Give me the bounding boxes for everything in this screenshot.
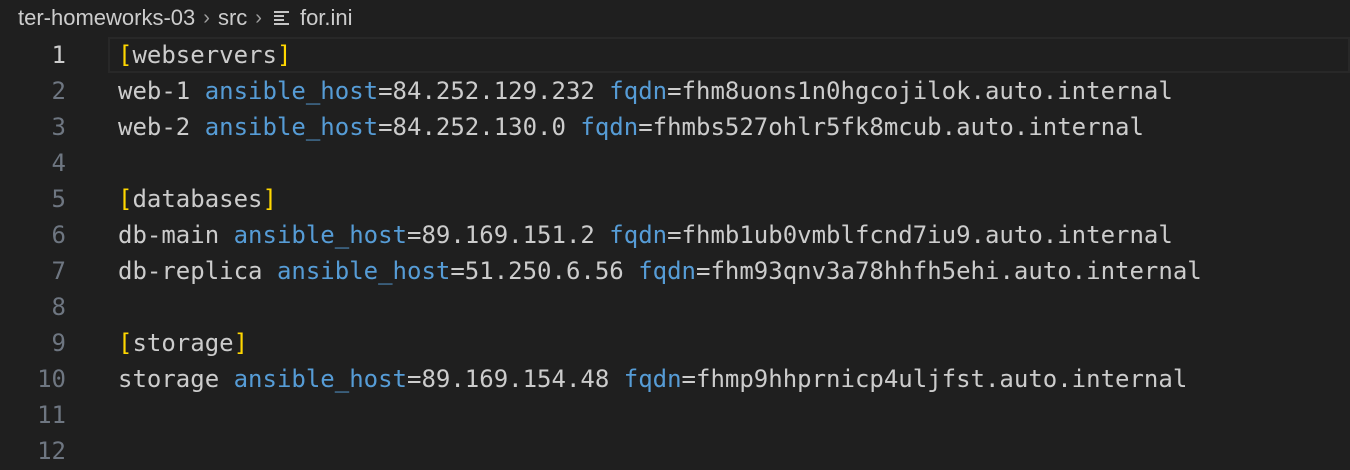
line-content: web-2 ansible_host=84.252.130.0 fqdn=fhm… (118, 113, 1144, 141)
code-line[interactable]: 11 (0, 397, 1350, 433)
value: 89.169.154.48 (421, 365, 610, 393)
line-number: 3 (51, 113, 66, 141)
key: fqdn (609, 77, 668, 105)
line-number: 12 (37, 437, 66, 465)
key: ansible_host (204, 77, 379, 105)
key: fqdn (638, 257, 696, 285)
bracket: [ (118, 41, 133, 69)
host-name: storage (118, 365, 220, 393)
code-line[interactable]: 6 db-main ansible_host=89.169.151.2 fqdn=… (0, 217, 1350, 253)
bracket: [ (118, 329, 133, 357)
bracket: ] (276, 41, 292, 69)
key: ansible_host (204, 113, 379, 141)
key: ansible_host (276, 257, 451, 285)
value: 84.252.129.232 (392, 77, 595, 105)
breadcrumb-folder[interactable]: ter-homeworks-03 (18, 5, 195, 31)
bracket: ] (262, 185, 277, 213)
key: fqdn (580, 113, 639, 141)
value: 51.250.6.56 (464, 257, 624, 285)
code-line[interactable]: 5 [databases] (0, 181, 1350, 217)
lines-icon (273, 10, 290, 26)
host-name: web-1 (118, 77, 191, 105)
breadcrumb-folder[interactable]: src (218, 5, 247, 31)
code-line[interactable]: 3 web-2 ansible_host=84.252.130.0 fqdn=fh… (0, 109, 1350, 145)
breadcrumb-file[interactable]: for.ini (300, 5, 353, 31)
line-content: [storage] (118, 325, 248, 361)
code-editor[interactable]: 1 [webservers] 2 web-1 ansible_host=84.252.… (0, 37, 1350, 469)
line-number: 8 (51, 293, 66, 321)
line-number: 2 (51, 77, 66, 105)
value: fhmbs527ohlr5fk8mcub.auto.internal (652, 113, 1144, 141)
line-content: storage ansible_host=89.169.154.48 fqdn=… (118, 365, 1188, 393)
line-number: 5 (51, 185, 66, 213)
value: 84.252.130.0 (392, 113, 566, 141)
line-content: db-replica ansible_host=51.250.6.56 fqdn… (118, 257, 1202, 285)
current-line-highlight (108, 37, 1350, 73)
code-line[interactable]: 12 (0, 433, 1350, 469)
line-content: web-1 ansible_host=84.252.129.232 fqdn=f… (118, 77, 1173, 105)
section-name: webservers (132, 41, 277, 69)
chevron-right-icon: › (255, 6, 262, 29)
section-name: storage (132, 329, 234, 357)
line-number: 4 (51, 149, 66, 177)
key: fqdn (623, 365, 682, 393)
line-number: 6 (51, 221, 66, 249)
bracket: [ (118, 185, 133, 213)
code-line[interactable]: 1 [webservers] (0, 37, 1350, 73)
code-line[interactable]: 8 (0, 289, 1350, 325)
line-number: 1 (51, 41, 66, 69)
key: ansible_host (233, 221, 407, 249)
key: fqdn (609, 221, 668, 249)
value: fhm93qnv3a78hhfh5ehi.auto.internal (710, 257, 1202, 285)
value: fhm8uons1n0hgcojilok.auto.internal (681, 77, 1173, 105)
value: fhmp9hhprnicp4uljfst.auto.internal (696, 365, 1188, 393)
chevron-right-icon: › (203, 6, 210, 29)
code-line[interactable]: 7 db-replica ansible_host=51.250.6.56 fqd… (0, 253, 1350, 289)
key: ansible_host (233, 365, 407, 393)
value: fhmb1ub0vmblfcnd7iu9.auto.internal (681, 221, 1173, 249)
section-name: databases (132, 185, 263, 213)
value: 89.169.151.2 (421, 221, 595, 249)
line-number: 7 (51, 257, 66, 285)
line-content: [databases] (118, 181, 277, 217)
line-content: [webservers] (118, 37, 291, 73)
code-line[interactable]: 2 web-1 ansible_host=84.252.129.232 fqdn=… (0, 73, 1350, 109)
bracket: ] (233, 329, 249, 357)
line-content: db-main ansible_host=89.169.151.2 fqdn=f… (118, 221, 1173, 249)
line-number: 11 (37, 401, 66, 429)
code-line[interactable]: 4 (0, 145, 1350, 181)
code-line[interactable]: 10 storage ansible_host=89.169.154.48 fqd… (0, 361, 1350, 397)
host-name: db-replica (118, 257, 263, 285)
breadcrumb: ter-homeworks-03 › src › for.ini (18, 0, 353, 36)
host-name: web-2 (118, 113, 191, 141)
code-line[interactable]: 9 [storage] (0, 325, 1350, 361)
host-name: db-main (118, 221, 220, 249)
line-number: 10 (37, 365, 66, 393)
line-number: 9 (51, 329, 66, 357)
